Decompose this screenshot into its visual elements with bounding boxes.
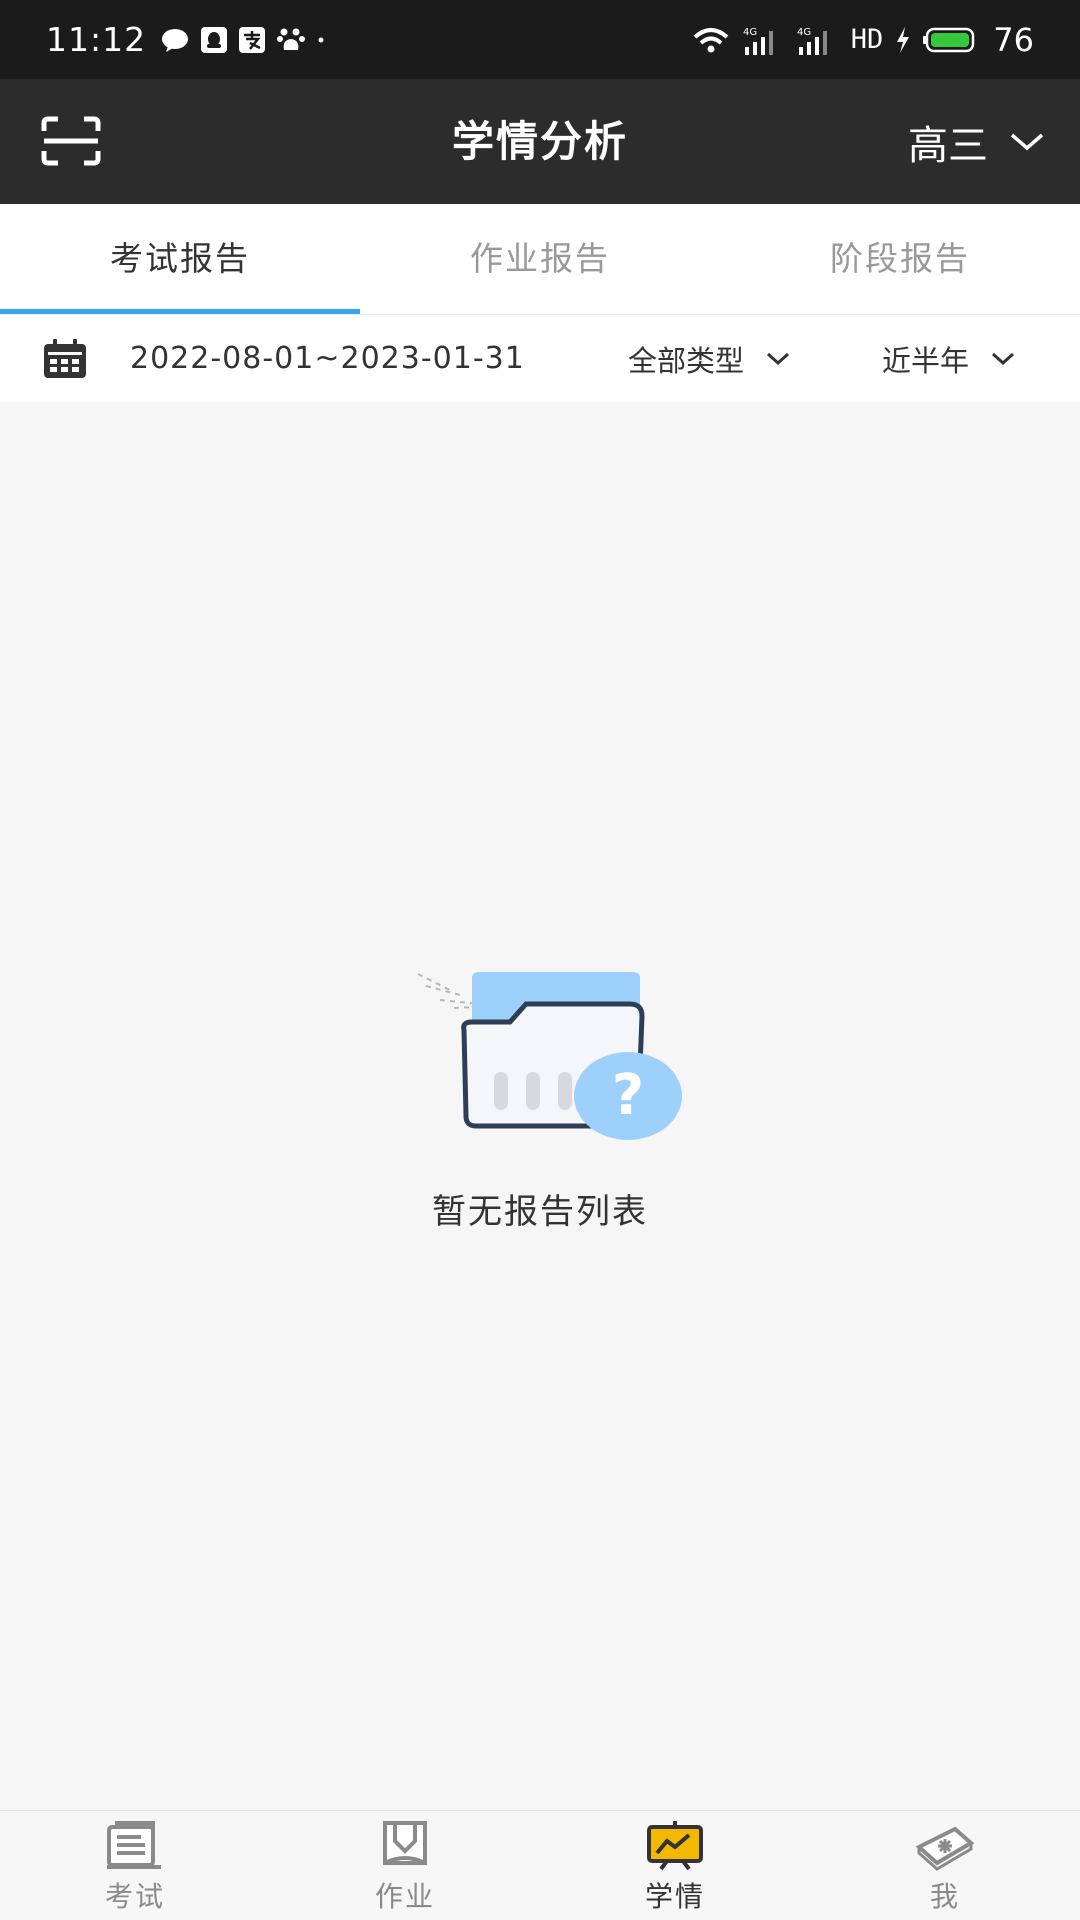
- chevron-down-icon: [992, 352, 1015, 365]
- report-tabs: 考试报告 作业报告 阶段报告: [0, 204, 1080, 314]
- tab-stage-report[interactable]: 阶段报告: [720, 204, 1080, 314]
- scan-button[interactable]: [40, 115, 102, 167]
- svg-text:?: ?: [612, 1063, 644, 1128]
- nav-label-homework: 作业: [374, 1880, 435, 1913]
- nav-label-profile: 我: [929, 1880, 960, 1913]
- grade-selector[interactable]: 高三: [908, 79, 1044, 204]
- bottom-nav: 考试 作业 学情 我: [0, 1810, 1080, 1920]
- system-indicators: 4G 4G HD 76: [691, 21, 1034, 59]
- signal-4g-icon-2: 4G: [797, 27, 827, 55]
- alipay-icon: [239, 26, 266, 53]
- svg-text:4G: 4G: [743, 27, 757, 38]
- grade-label: 高三: [908, 122, 988, 169]
- chat-bubble-icon: [162, 28, 189, 52]
- nav-item-exam[interactable]: 考试: [0, 1811, 270, 1920]
- calendar-icon[interactable]: [42, 338, 88, 380]
- nav-item-profile[interactable]: 我: [810, 1811, 1080, 1920]
- empty-message: 暂无报告列表: [432, 1192, 648, 1232]
- homework-icon: [383, 1821, 427, 1865]
- svg-text:4G: 4G: [797, 27, 811, 38]
- profile-icon: [915, 1826, 975, 1871]
- filter-bar: 2022-08-01~2023-01-31 全部类型 近半年: [0, 314, 1080, 402]
- analysis-icon: [647, 1821, 703, 1871]
- charging-icon: [897, 26, 910, 53]
- battery-icon: [923, 27, 975, 52]
- app-header: 学情分析 高三: [0, 79, 1080, 204]
- chevron-down-icon: [767, 352, 790, 365]
- signal-4g-icon: 4G: [743, 27, 773, 55]
- exam-icon: [107, 1821, 161, 1869]
- empty-folder-icon: ?: [417, 972, 682, 1140]
- type-label: 全部类型: [628, 343, 745, 378]
- scan-icon: [41, 116, 101, 166]
- period-dropdown[interactable]: 近半年: [882, 338, 1015, 380]
- wifi-icon: [693, 27, 729, 52]
- tab-homework-report[interactable]: 作业报告: [360, 204, 720, 314]
- chevron-down-icon: [1010, 133, 1044, 150]
- battery-percent: 76: [993, 20, 1034, 59]
- hd-label: HD: [850, 24, 884, 55]
- type-dropdown[interactable]: 全部类型: [628, 338, 790, 380]
- baidu-icon: [277, 28, 306, 50]
- more-dot-icon: [318, 37, 324, 42]
- empty-state: ? 暂无报告列表: [0, 960, 1080, 1233]
- notification-icons: [160, 26, 326, 54]
- nav-label-analysis: 学情: [644, 1880, 705, 1913]
- status-bar: 11:12 4G 4G HD 76: [0, 0, 1080, 79]
- date-range[interactable]: 2022-08-01~2023-01-31: [130, 341, 525, 376]
- status-time: 11:12: [46, 20, 147, 59]
- nav-item-homework[interactable]: 作业: [270, 1811, 540, 1920]
- qq-icon: [201, 26, 228, 53]
- nav-item-analysis[interactable]: 学情: [540, 1811, 810, 1920]
- period-label: 近半年: [882, 343, 970, 378]
- tab-exam-report[interactable]: 考试报告: [0, 204, 360, 314]
- nav-label-exam: 考试: [104, 1880, 165, 1913]
